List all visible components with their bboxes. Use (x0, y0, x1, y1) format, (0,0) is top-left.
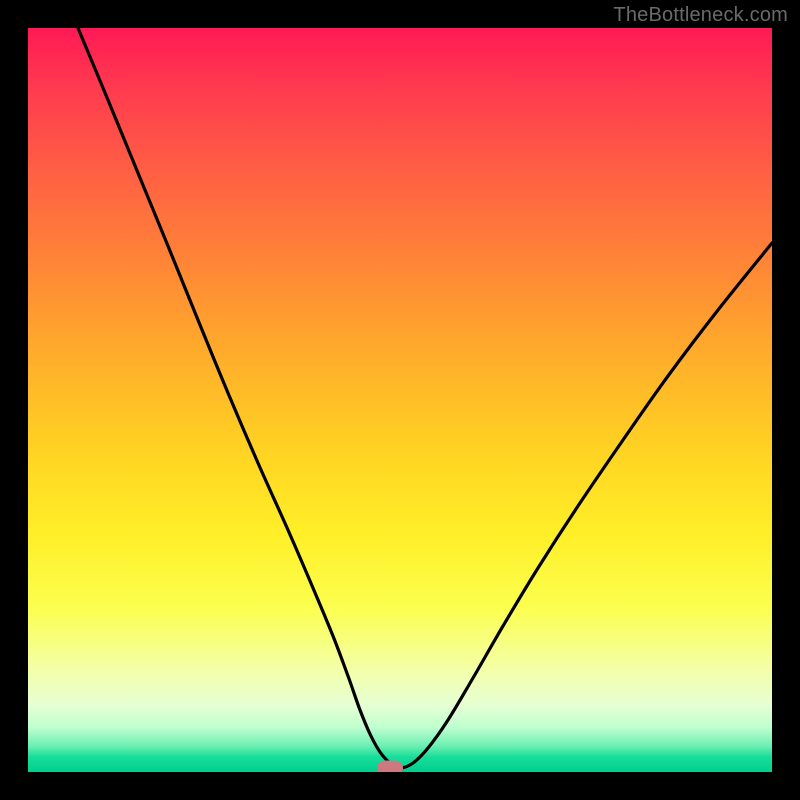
plot-area (28, 28, 772, 772)
watermark-text: TheBottleneck.com (613, 4, 788, 27)
curve-layer (28, 28, 772, 772)
bottleneck-curve-path (78, 28, 772, 768)
optimal-point-marker (377, 761, 403, 773)
chart-frame: TheBottleneck.com (0, 0, 800, 800)
